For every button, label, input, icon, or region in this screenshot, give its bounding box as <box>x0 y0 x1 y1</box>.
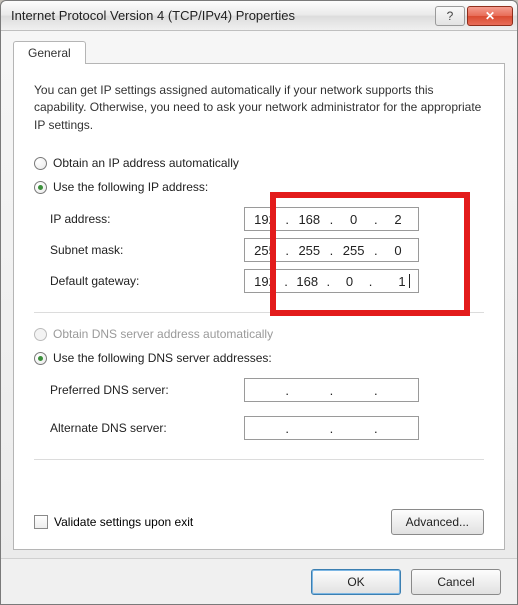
input-dns-alternate[interactable]: . . . <box>244 416 419 440</box>
ip-octet[interactable]: 168 <box>293 274 321 289</box>
dialog-footer: OK Cancel <box>1 558 517 604</box>
radio-icon <box>34 352 47 365</box>
ip-octet[interactable]: 192 <box>251 274 279 289</box>
row-dns-alternate: Alternate DNS server: . . . <box>34 416 484 440</box>
input-dns-preferred[interactable]: . . . <box>244 378 419 402</box>
separator <box>34 459 484 460</box>
advanced-button[interactable]: Advanced... <box>391 509 484 535</box>
dot-icon: . <box>330 243 334 258</box>
dot-icon: . <box>369 274 373 289</box>
dot-icon: . <box>284 274 288 289</box>
ip-octet[interactable]: 255 <box>295 243 323 258</box>
tabstrip: General <box>13 41 505 63</box>
dot-icon: . <box>330 212 334 227</box>
row-ip-address: IP address: 192. 168. 0. 2 <box>34 207 484 231</box>
dot-icon: . <box>285 212 289 227</box>
row-default-gateway: Default gateway: 192. 168. 0. 1 <box>34 269 484 293</box>
label-default-gateway: Default gateway: <box>34 274 244 288</box>
radio-dns-manual[interactable]: Use the following DNS server addresses: <box>34 351 484 365</box>
row-subnet-mask: Subnet mask: 255. 255. 255. 0 <box>34 238 484 262</box>
dot-icon: . <box>330 383 334 398</box>
input-ip-address[interactable]: 192. 168. 0. 2 <box>244 207 419 231</box>
radio-label: Obtain DNS server address automatically <box>53 327 273 341</box>
help-button[interactable]: ? <box>435 6 465 26</box>
radio-dns-auto: Obtain DNS server address automatically <box>34 327 484 341</box>
dot-icon: . <box>374 421 378 436</box>
checkbox-label: Validate settings upon exit <box>54 515 193 529</box>
checkbox-validate[interactable]: Validate settings upon exit <box>34 515 391 529</box>
ip-octet[interactable]: 0 <box>340 212 368 227</box>
input-subnet-mask[interactable]: 255. 255. 255. 0 <box>244 238 419 262</box>
ip-octet[interactable]: 255 <box>251 243 279 258</box>
ip-fields-group: IP address: 192. 168. 0. 2 Subnet mask: … <box>34 200 484 300</box>
panel-bottom-row: Validate settings upon exit Advanced... <box>34 509 484 535</box>
checkbox-icon <box>34 515 48 529</box>
text-caret-icon <box>409 274 410 288</box>
dot-icon: . <box>285 421 289 436</box>
ip-octet[interactable]: 1 <box>378 274 406 289</box>
label-subnet-mask: Subnet mask: <box>34 243 244 257</box>
radio-label: Obtain an IP address automatically <box>53 156 239 170</box>
label-ip-address: IP address: <box>34 212 244 226</box>
dot-icon: . <box>285 243 289 258</box>
ip-octet[interactable]: 168 <box>295 212 323 227</box>
radio-icon <box>34 328 47 341</box>
ip-octet[interactable]: 2 <box>384 212 412 227</box>
input-default-gateway[interactable]: 192. 168. 0. 1 <box>244 269 419 293</box>
ip-octet[interactable]: 0 <box>335 274 363 289</box>
radio-ip-manual[interactable]: Use the following IP address: <box>34 180 484 194</box>
ip-octet[interactable]: 255 <box>340 243 368 258</box>
intro-text: You can get IP settings assigned automat… <box>34 82 484 134</box>
titlebar: Internet Protocol Version 4 (TCP/IPv4) P… <box>1 1 517 31</box>
dot-icon: . <box>374 212 378 227</box>
ip-octet[interactable]: 0 <box>384 243 412 258</box>
row-dns-preferred: Preferred DNS server: . . . <box>34 378 484 402</box>
dot-icon: . <box>330 421 334 436</box>
cancel-button[interactable]: Cancel <box>411 569 501 595</box>
dot-icon: . <box>327 274 331 289</box>
window-title: Internet Protocol Version 4 (TCP/IPv4) P… <box>11 8 433 23</box>
ok-button[interactable]: OK <box>311 569 401 595</box>
label-dns-preferred: Preferred DNS server: <box>34 383 244 397</box>
dialog-window: Internet Protocol Version 4 (TCP/IPv4) P… <box>0 0 518 605</box>
radio-label: Use the following IP address: <box>53 180 208 194</box>
radio-icon <box>34 157 47 170</box>
radio-ip-auto[interactable]: Obtain an IP address automatically <box>34 156 484 170</box>
dialog-body: General You can get IP settings assigned… <box>1 31 517 558</box>
separator <box>34 312 484 313</box>
dot-icon: . <box>374 383 378 398</box>
close-icon: ✕ <box>485 9 495 23</box>
radio-label: Use the following DNS server addresses: <box>53 351 272 365</box>
help-icon: ? <box>447 9 454 23</box>
close-button[interactable]: ✕ <box>467 6 513 26</box>
label-dns-alternate: Alternate DNS server: <box>34 421 244 435</box>
ip-octet[interactable]: 192 <box>251 212 279 227</box>
dot-icon: . <box>374 243 378 258</box>
tab-general[interactable]: General <box>13 41 86 64</box>
tab-panel-general: You can get IP settings assigned automat… <box>13 63 505 550</box>
radio-icon <box>34 181 47 194</box>
dot-icon: . <box>285 383 289 398</box>
